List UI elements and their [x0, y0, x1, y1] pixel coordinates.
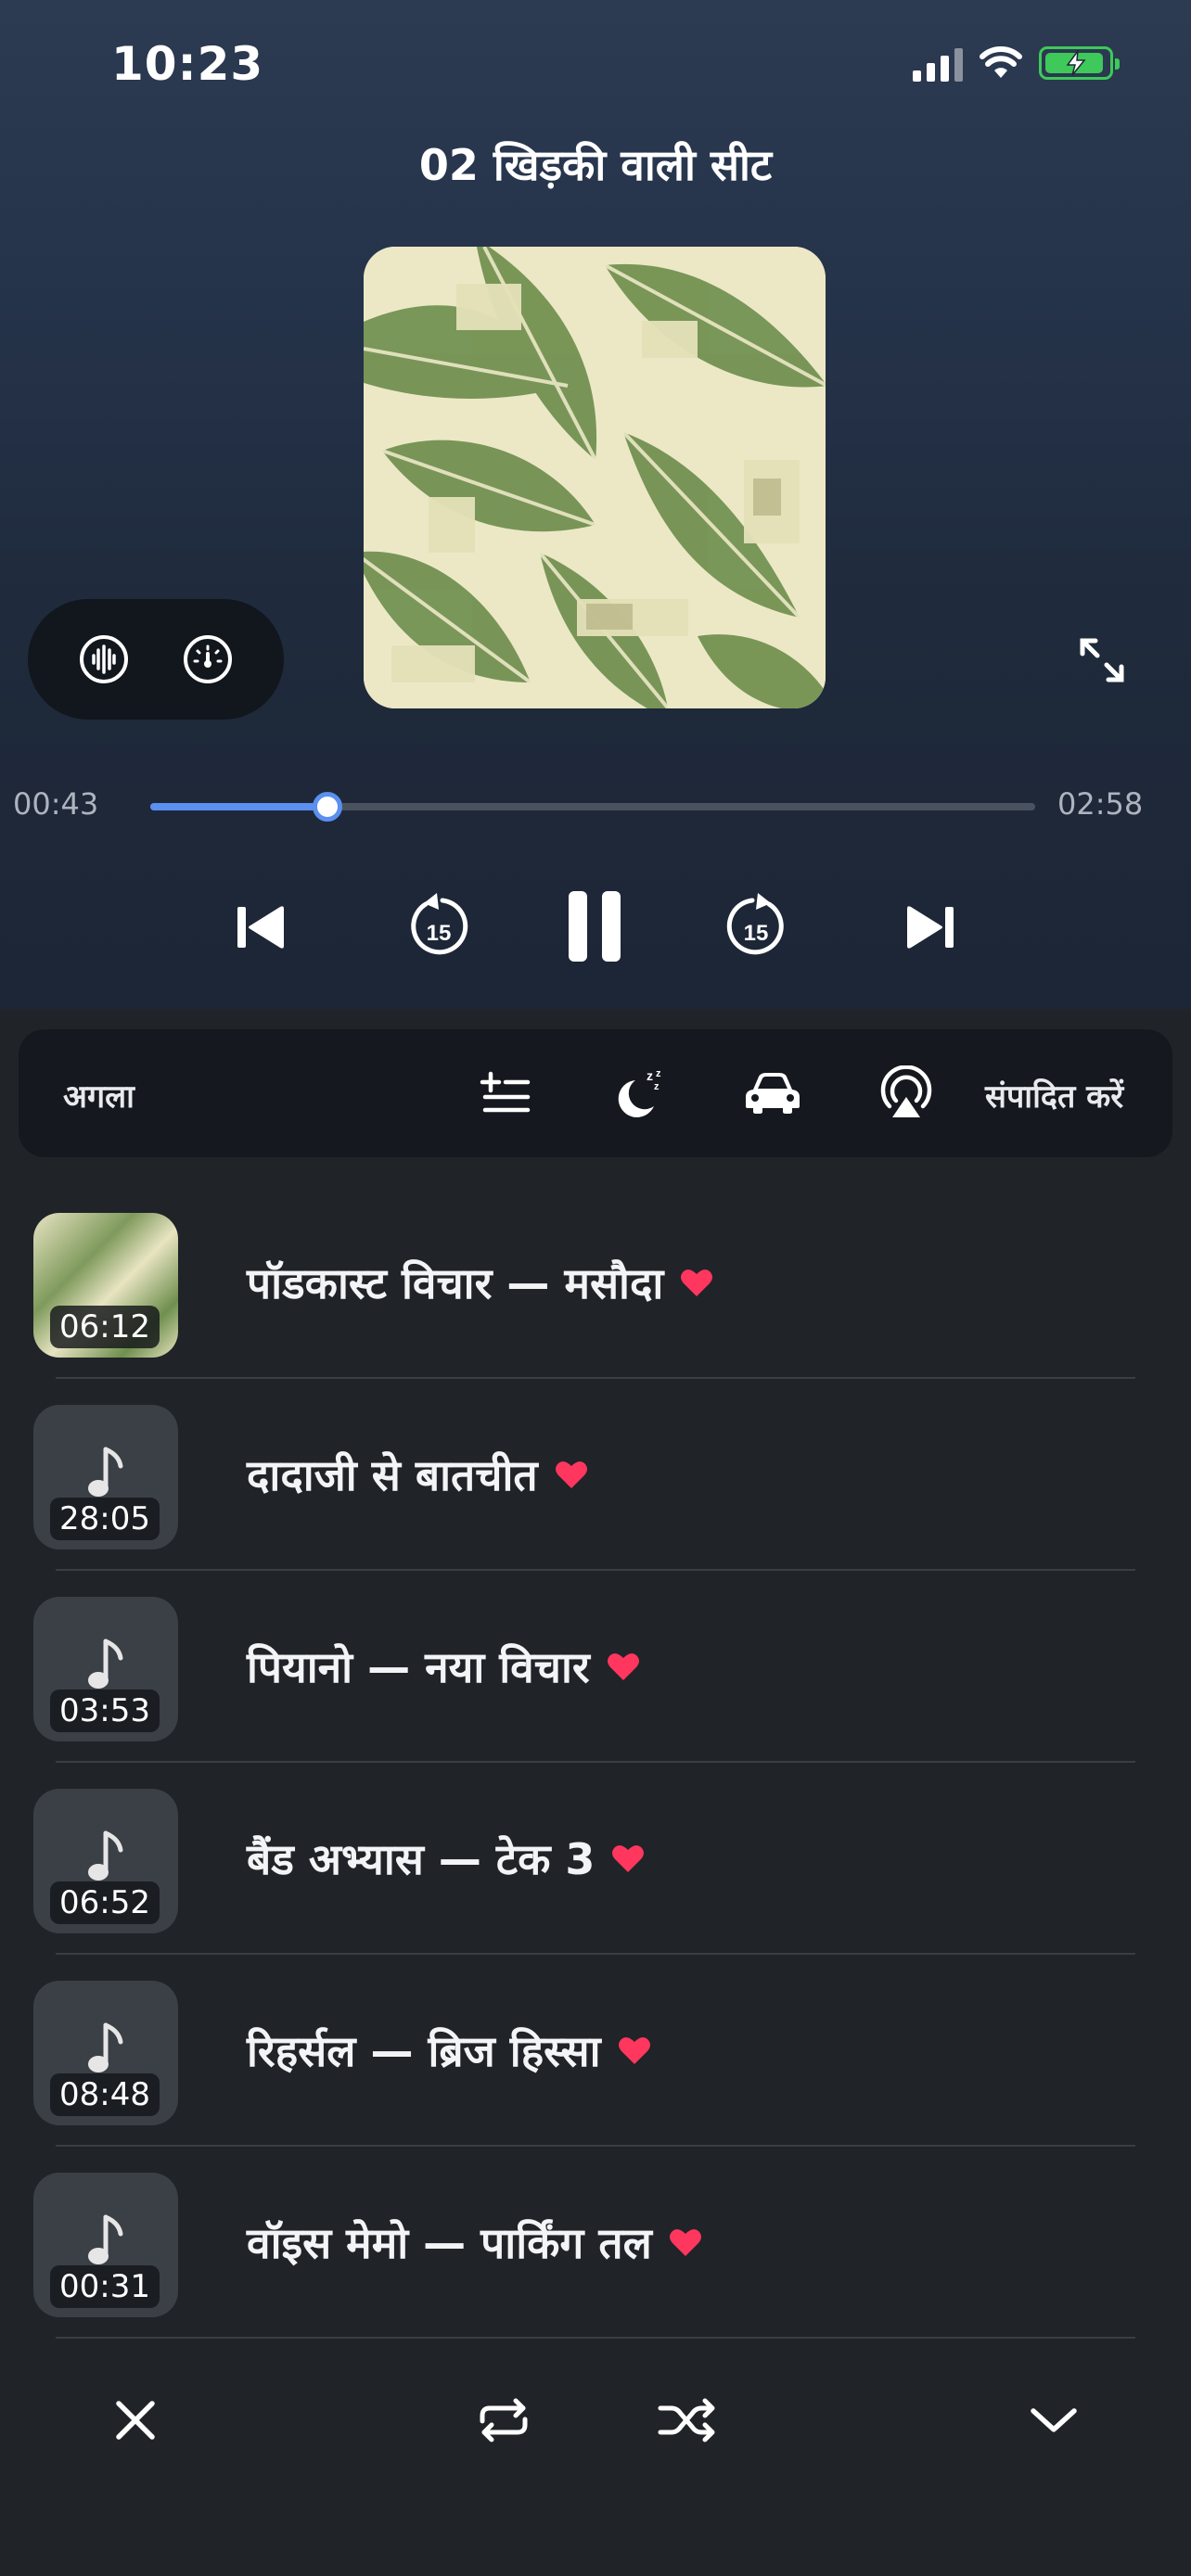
track-duration: 06:12 — [50, 1306, 160, 1348]
track-placeholder-artwork: 03:53 — [33, 1597, 178, 1741]
close-button[interactable] — [98, 2383, 173, 2457]
waveform-icon — [80, 635, 128, 683]
heart-icon[interactable] — [607, 1641, 640, 1691]
heart-icon[interactable] — [618, 2025, 651, 2075]
heart-icon[interactable] — [611, 1833, 645, 1883]
track-title: पियानो — नया विचार — [247, 1642, 590, 1692]
car-mode-button[interactable] — [740, 1061, 805, 1126]
close-icon — [116, 2401, 155, 2440]
track-title: पॉडकास्ट विचार — मसौदा — [247, 1258, 664, 1308]
car-icon — [746, 1073, 800, 1114]
track-row[interactable]: 06:52 बैंड अभ्यास — टेक 3 — [0, 1763, 1191, 1955]
progress-knob[interactable] — [312, 792, 342, 822]
track-placeholder-artwork: 08:48 — [33, 1981, 178, 2125]
status-icons — [913, 45, 1120, 82]
status-time: 10:23 — [111, 37, 264, 91]
skip-back-icon — [237, 906, 284, 949]
track-title-group: पियानो — नया विचार — [247, 1638, 640, 1695]
track-title: बैंड अभ्यास — टेक 3 — [247, 1834, 596, 1884]
track-title-group: पॉडकास्ट विचार — मसौदा — [247, 1254, 713, 1311]
repeat-icon — [480, 2398, 528, 2442]
previous-track-button[interactable] — [226, 890, 297, 964]
track-title: दादाजी से बातचीत — [247, 1450, 538, 1500]
heart-icon[interactable] — [669, 2217, 702, 2267]
expand-button[interactable] — [1072, 631, 1132, 690]
track-row[interactable]: 00:31 वॉइस मेमो — पार्किंग तल — [0, 2147, 1191, 2339]
forward-seconds-label: 15 — [744, 921, 769, 946]
track-duration: 03:53 — [50, 1690, 160, 1732]
svg-text:z: z — [654, 1081, 660, 1092]
now-playing-title: 02 खिड़की वाली सीट — [418, 140, 773, 190]
track-row[interactable]: 06:12 पॉडकास्ट विचार — मसौदा — [0, 1187, 1191, 1379]
rewind-15-icon: 15 — [411, 893, 468, 955]
svg-text:z: z — [647, 1068, 653, 1083]
track-title-group: बैंड अभ्यास — टेक 3 — [247, 1830, 645, 1887]
track-row[interactable]: 03:53 पियानो — नया विचार — [0, 1571, 1191, 1763]
music-note-icon — [88, 2214, 123, 2264]
wifi-icon — [980, 46, 1022, 78]
track-duration: 00:31 — [50, 2265, 160, 2308]
speed-gauge-icon — [184, 635, 232, 683]
pause-icon — [569, 891, 621, 962]
track-placeholder-artwork: 28:05 — [33, 1405, 178, 1549]
airplay-icon — [880, 1065, 932, 1117]
rewind-seconds-label: 15 — [427, 921, 452, 946]
add-to-queue-button[interactable] — [473, 1061, 538, 1126]
track-row[interactable]: 28:05 दादाजी से बातचीत — [0, 1379, 1191, 1571]
row-divider — [56, 2337, 1135, 2339]
repeat-button[interactable] — [467, 2383, 541, 2457]
playback-speed-button[interactable] — [178, 630, 237, 689]
track-placeholder-artwork: 06:52 — [33, 1789, 178, 1933]
track-artwork: 06:12 — [33, 1213, 178, 1358]
track-title: रिहर्सल — ब्रिज हिस्सा — [247, 2026, 601, 2076]
track-row[interactable]: 08:48 रिहर्सल — ब्रिज हिस्सा — [0, 1955, 1191, 2147]
music-note-icon — [88, 1830, 123, 1881]
track-title-group: दादाजी से बातचीत — [247, 1446, 588, 1503]
music-note-icon — [88, 1447, 123, 1497]
battery-icon — [1039, 46, 1120, 80]
up-next-label: अगला — [63, 1078, 134, 1116]
track-placeholder-artwork: 00:31 — [33, 2173, 178, 2317]
forward-15-button[interactable]: 15 — [714, 885, 798, 968]
total-time: 02:58 — [1057, 786, 1144, 822]
album-artwork — [364, 247, 826, 708]
track-duration: 08:48 — [50, 2073, 160, 2116]
rewind-15-button[interactable]: 15 — [397, 885, 480, 968]
chevron-down-icon — [1031, 2408, 1077, 2432]
progress-slider[interactable] — [150, 792, 1035, 822]
elapsed-time: 00:43 — [13, 786, 99, 822]
sleep-timer-button[interactable]: z z z — [607, 1061, 672, 1126]
heart-icon[interactable] — [555, 1449, 588, 1499]
transport-controls: 15 15 — [0, 872, 1191, 983]
shuffle-button[interactable] — [650, 2383, 724, 2457]
track-duration: 06:52 — [50, 1881, 160, 1924]
track-title-group: रिहर्सल — ब्रिज हिस्सा — [247, 2021, 651, 2079]
forward-15-icon: 15 — [726, 893, 784, 955]
svg-text:z: z — [656, 1068, 661, 1079]
track-duration: 28:05 — [50, 1498, 160, 1540]
next-track-button[interactable] — [894, 890, 965, 964]
pause-button[interactable] — [555, 886, 634, 966]
audio-options-pill — [28, 599, 284, 720]
add-to-list-icon — [480, 1071, 531, 1113]
music-note-icon — [88, 2022, 123, 2072]
progress-fill — [150, 803, 327, 810]
track-title: वॉइस मेमो — पार्किंग तल — [247, 2218, 652, 2268]
cellular-signal-icon — [913, 45, 963, 82]
music-note-icon — [88, 1639, 123, 1689]
waveform-button[interactable] — [74, 630, 134, 689]
heart-icon[interactable] — [680, 1257, 713, 1307]
expand-icon — [1080, 638, 1124, 682]
collapse-button[interactable] — [1017, 2383, 1091, 2457]
skip-forward-icon — [907, 906, 954, 949]
airplay-button[interactable] — [874, 1061, 939, 1126]
sleep-timer-icon: z z z — [618, 1068, 661, 1117]
shuffle-icon — [658, 2398, 715, 2442]
queue-toolbar: अगला z z z संपादित करें — [19, 1029, 1172, 1157]
track-title-group: वॉइस मेमो — पार्किंग तल — [247, 2213, 702, 2271]
bottom-toolbar — [0, 2374, 1191, 2467]
edit-queue-button[interactable]: संपादित करें — [985, 1074, 1123, 1116]
